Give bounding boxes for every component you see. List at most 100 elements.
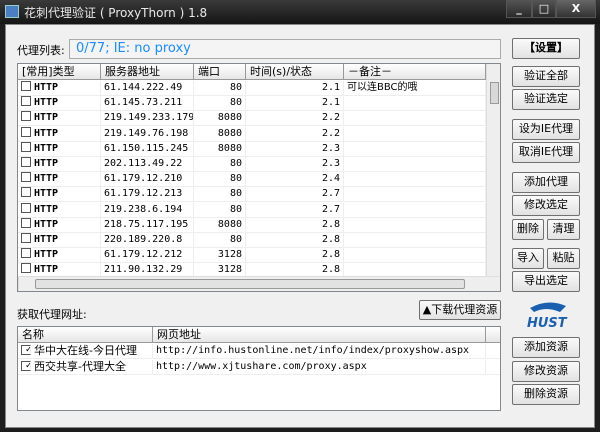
proxy-row[interactable]: HTTP 202.113.49.22 80 2.3 xyxy=(18,157,486,172)
port-cell: 8080 xyxy=(217,142,242,154)
row-checkbox[interactable] xyxy=(21,233,31,243)
vertical-scrollbar[interactable] xyxy=(486,64,500,276)
hscroll-thumb[interactable] xyxy=(35,279,465,289)
time-cell: 2.1 xyxy=(321,82,340,93)
row-checkbox[interactable] xyxy=(21,187,31,198)
row-checkbox[interactable] xyxy=(21,126,31,137)
port-cell: 80 xyxy=(229,173,242,185)
proxy-table: [常用]类型 服务器地址 端口 时间(s)/状态 －备注－ HTTP 61.144… xyxy=(17,63,501,292)
set-ie-proxy-button[interactable]: 设为IE代理 xyxy=(512,119,580,140)
verify-all-button[interactable]: 验证全部 xyxy=(512,66,580,87)
col-note[interactable]: －备注－ xyxy=(344,64,486,79)
clean-button[interactable]: 清理 xyxy=(547,219,580,240)
time-cell: 2.4 xyxy=(321,173,340,185)
port-cell: 8080 xyxy=(217,127,242,139)
add-proxy-button[interactable]: 添加代理 xyxy=(512,172,580,193)
type-cell: HTTP xyxy=(34,203,59,215)
source-checkbox[interactable]: ✓ xyxy=(21,345,31,355)
scroll-thumb[interactable] xyxy=(490,82,499,104)
verify-selected-button[interactable]: 验证选定 xyxy=(512,89,580,110)
row-checkbox[interactable] xyxy=(21,81,31,91)
time-cell: 2.7 xyxy=(321,203,340,215)
proxy-row[interactable]: HTTP 218.75.117.195 8080 2.8 xyxy=(18,217,486,233)
address-cell: 61.145.73.211 xyxy=(104,97,183,109)
address-cell: 61.150.115.245 xyxy=(104,142,189,154)
time-cell: 2.8 xyxy=(321,249,340,261)
main-window: 代理列表: 0/77; IE: no proxy [常用]类型 服务器地址 端口… xyxy=(5,24,595,428)
port-cell: 80 xyxy=(229,188,242,200)
address-cell: 61.179.12.210 xyxy=(104,173,183,185)
col-time[interactable]: 时间(s)/状态 xyxy=(246,64,344,79)
proxy-row[interactable]: HTTP 61.150.115.245 8080 2.3 xyxy=(18,141,486,157)
horizontal-scrollbar[interactable] xyxy=(18,276,500,291)
proxy-row[interactable]: HTTP 61.144.222.49 80 2.1 可以连BBC的哦 xyxy=(18,81,486,96)
time-cell: 2.3 xyxy=(321,158,340,169)
download-sources-button[interactable]: ▲下载代理资源 xyxy=(419,300,501,320)
row-checkbox[interactable] xyxy=(21,248,31,259)
proxy-row[interactable]: HTTP 219.238.6.194 80 2.7 xyxy=(18,202,486,218)
port-cell: 80 xyxy=(229,158,242,169)
col-url[interactable]: 网页地址 xyxy=(153,327,486,342)
address-cell: 61.144.222.49 xyxy=(104,82,183,93)
time-cell: 2.2 xyxy=(321,112,340,124)
window-title: 花刺代理验证 ( ProxyThorn ) 1.8 xyxy=(24,6,208,20)
proxy-row[interactable]: HTTP 61.145.73.211 80 2.1 xyxy=(18,96,486,112)
proxy-row[interactable]: HTTP 219.149.233.179 8080 2.2 xyxy=(18,111,486,127)
row-checkbox[interactable] xyxy=(21,157,31,167)
cancel-ie-proxy-button[interactable]: 取消IE代理 xyxy=(512,142,580,163)
app-icon xyxy=(5,5,19,18)
col-type[interactable]: [常用]类型 xyxy=(18,64,101,79)
col-address[interactable]: 服务器地址 xyxy=(101,64,194,79)
proxy-row[interactable]: HTTP 61.179.12.210 80 2.4 xyxy=(18,172,486,188)
export-selected-button[interactable]: 导出选定 xyxy=(512,271,580,292)
add-source-button[interactable]: 添加资源 xyxy=(512,337,580,358)
source-row[interactable]: ✓华中大在线-今日代理 http://info.hustonline.net/in… xyxy=(18,344,500,359)
edit-selected-button[interactable]: 修改选定 xyxy=(512,195,580,216)
proxy-table-header: [常用]类型 服务器地址 端口 时间(s)/状态 －备注－ xyxy=(18,64,486,80)
port-cell: 80 xyxy=(229,97,242,109)
close-button[interactable]: X xyxy=(556,0,596,18)
row-checkbox[interactable] xyxy=(21,202,31,213)
edit-source-button[interactable]: 修改资源 xyxy=(512,361,580,382)
row-checkbox[interactable] xyxy=(21,111,31,122)
row-checkbox[interactable] xyxy=(21,217,31,228)
proxy-row[interactable]: HTTP 61.179.12.213 80 2.7 xyxy=(18,187,486,203)
type-cell: HTTP xyxy=(34,218,59,230)
proxy-row[interactable]: HTTP 61.179.12.212 3128 2.8 xyxy=(18,248,486,264)
import-button[interactable]: 导入 xyxy=(512,248,544,269)
proxy-list-label: 代理列表: xyxy=(17,44,65,57)
type-cell: HTTP xyxy=(34,264,59,276)
port-cell: 8080 xyxy=(217,112,242,124)
type-cell: HTTP xyxy=(34,234,59,245)
col-name[interactable]: 名称 xyxy=(18,327,153,342)
sources-label: 获取代理网址: xyxy=(17,308,87,321)
delete-button[interactable]: 删除 xyxy=(512,219,544,240)
delete-source-button[interactable]: 删除资源 xyxy=(512,384,580,405)
row-checkbox[interactable] xyxy=(21,172,31,183)
proxy-row[interactable]: HTTP 219.149.76.198 8080 2.2 xyxy=(18,126,486,142)
time-cell: 2.8 xyxy=(321,264,340,276)
port-cell: 80 xyxy=(229,203,242,215)
col-port[interactable]: 端口 xyxy=(194,64,246,79)
maximize-button[interactable]: □ xyxy=(532,0,556,18)
type-cell: HTTP xyxy=(34,127,59,139)
row-checkbox[interactable] xyxy=(21,96,31,107)
address-cell: 202.113.49.22 xyxy=(104,158,183,169)
address-cell: 220.189.220.8 xyxy=(104,234,183,245)
paste-button[interactable]: 粘贴 xyxy=(547,248,580,269)
settings-button[interactable]: 【设置】 xyxy=(512,38,580,59)
source-row[interactable]: ✓西交共享-代理大全 http://www.xjtushare.com/proxy… xyxy=(18,359,500,375)
source-url: http://info.hustonline.net/info/index/pr… xyxy=(153,344,486,358)
proxy-row[interactable]: HTTP 220.189.220.8 80 2.8 xyxy=(18,233,486,248)
row-checkbox[interactable] xyxy=(21,141,31,152)
type-cell: HTTP xyxy=(34,173,59,185)
time-cell: 2.2 xyxy=(321,127,340,139)
minimize-button[interactable]: _ xyxy=(506,0,532,18)
source-name: 华中大在线-今日代理 xyxy=(34,344,137,357)
address-cell: 218.75.117.195 xyxy=(104,218,189,230)
time-cell: 2.8 xyxy=(321,218,340,230)
row-checkbox[interactable] xyxy=(21,263,31,274)
hust-logo: HUST xyxy=(524,300,570,331)
svg-text:HUST: HUST xyxy=(527,316,568,330)
source-checkbox[interactable]: ✓ xyxy=(21,360,31,371)
